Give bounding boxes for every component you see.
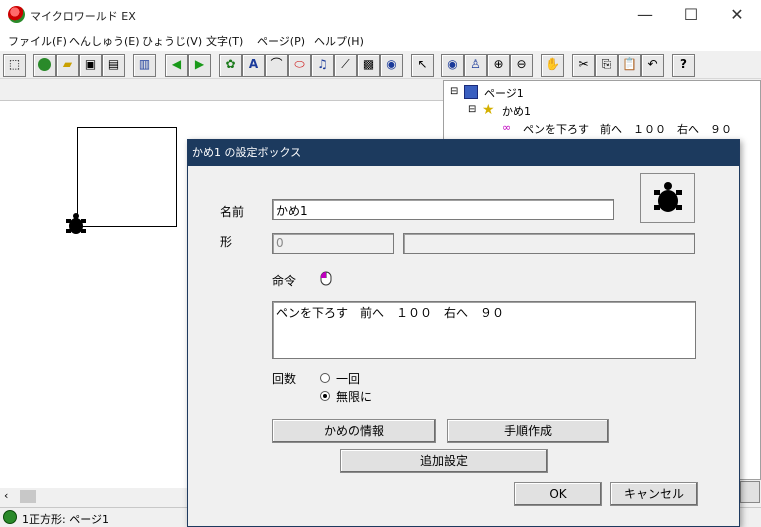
globe-icon[interactable]	[33, 54, 56, 77]
tree-turtle[interactable]: かめ1	[502, 103, 531, 119]
magic-wand-icon[interactable]: ⟋	[334, 54, 357, 77]
scroll-thumb[interactable]	[20, 490, 36, 503]
scroll-left-icon[interactable]: ‹	[4, 489, 8, 502]
menu-view[interactable]: ひょうじ(V)	[142, 33, 202, 49]
extra-settings-button[interactable]: 追加設定	[340, 449, 548, 473]
paste-icon[interactable]: 📋	[618, 54, 641, 77]
dialog-title: かめ1 の設定ボックス	[188, 140, 739, 166]
page-icon	[464, 85, 478, 99]
collapse-icon[interactable]: ⊟	[468, 104, 476, 115]
save-icon[interactable]: ▣	[79, 54, 102, 77]
pointer-icon[interactable]: ↖	[411, 54, 434, 77]
command-field[interactable]: ペンを下ろす 前へ １００ 右へ ９０	[272, 301, 696, 359]
text-box-icon[interactable]: A	[242, 54, 265, 77]
menu-bar: ファイル(F) へんしゅう(E) ひょうじ(V) 文字(T) ページ(P) ヘル…	[0, 30, 761, 51]
app-icon	[8, 6, 25, 23]
drawn-square	[77, 127, 177, 227]
turtle-preview[interactable]	[640, 173, 695, 223]
forward-arrow-icon[interactable]: ▶	[188, 54, 211, 77]
zoom-in-icon[interactable]: ⊕	[487, 54, 510, 77]
collapse-icon[interactable]: ⊟	[450, 86, 458, 97]
forever-label[interactable]: 無限に	[336, 388, 372, 405]
cut-icon[interactable]: ✂	[572, 54, 595, 77]
once-radio[interactable]	[320, 373, 330, 383]
turtle-hatch-icon[interactable]: ✿	[219, 54, 242, 77]
turtle-node-icon: ★	[482, 102, 495, 118]
menu-file[interactable]: ファイル(F)	[8, 33, 67, 49]
layout-icon[interactable]: ▥	[133, 54, 156, 77]
tree-command[interactable]: ペンを下ろす 前へ １００ 右へ ９０	[523, 121, 732, 137]
turtle-info-button[interactable]: かめの情報	[272, 419, 436, 443]
turtle-icon	[654, 182, 682, 212]
stamp-icon[interactable]: ♙	[464, 54, 487, 77]
print-icon[interactable]: ▤	[102, 54, 125, 77]
copy-icon[interactable]: ⎘	[595, 54, 618, 77]
name-label: 名前	[220, 205, 245, 219]
name-field[interactable]: かめ1	[272, 199, 614, 220]
help-icon[interactable]: ?	[672, 54, 695, 77]
title-bar: マイクロワールド EX — ☐ ✕	[0, 0, 761, 30]
open-folder-icon[interactable]: ▰	[56, 54, 79, 77]
turtle-icon[interactable]	[64, 212, 88, 238]
paint-icon[interactable]: ⌒	[265, 54, 288, 77]
menu-edit[interactable]: へんしゅう(E)	[69, 33, 140, 49]
shape-extra-field	[403, 233, 695, 254]
eye-icon[interactable]: ◉	[441, 54, 464, 77]
shape-field: 0	[272, 233, 394, 254]
once-label[interactable]: 一回	[336, 370, 360, 387]
procedure-button[interactable]: 手順作成	[447, 419, 609, 443]
minimize-button[interactable]: —	[622, 0, 668, 30]
undo-icon[interactable]: ↶	[641, 54, 664, 77]
menu-page[interactable]: ページ(P)	[257, 33, 305, 49]
cancel-button[interactable]: キャンセル	[610, 482, 698, 506]
count-label: 回数	[272, 372, 297, 386]
toolbar: ⬚ ▰ ▣ ▤ ▥ ◀ ▶ ✿ A ⌒ ⬭ ♫ ⟋ ▩ ◉ ↖ ◉ ♙ ⊕ ⊖ …	[0, 51, 761, 79]
command-node-icon: ∞	[502, 121, 512, 134]
background-button	[740, 481, 760, 503]
shape-icon[interactable]: ⬭	[288, 54, 311, 77]
shape-label: 形	[220, 235, 233, 249]
zoom-out-icon[interactable]: ⊖	[510, 54, 533, 77]
music-icon[interactable]: ♫	[311, 54, 334, 77]
status-text: 1正方形: ページ1	[22, 513, 109, 526]
mouse-icon	[320, 271, 332, 286]
back-arrow-icon[interactable]: ◀	[165, 54, 188, 77]
settings-dialog: かめ1 の設定ボックス 名前 かめ1 形 0 命令 ペンを下ろす 前へ １００ …	[187, 139, 740, 527]
movie-icon[interactable]: ▩	[357, 54, 380, 77]
window-title: マイクロワールド EX	[30, 10, 136, 23]
select-box-icon[interactable]: ⬚	[3, 54, 26, 77]
maximize-button[interactable]: ☐	[668, 0, 714, 30]
close-button[interactable]: ✕	[714, 0, 760, 30]
menu-help[interactable]: ヘルプ(H)	[314, 33, 364, 49]
camera-icon[interactable]: ◉	[380, 54, 403, 77]
tree-page[interactable]: ページ1	[484, 85, 524, 101]
forever-radio[interactable]	[320, 391, 330, 401]
globe-status-icon	[3, 510, 17, 524]
ok-button[interactable]: OK	[514, 482, 602, 506]
command-label: 命令	[272, 274, 297, 288]
menu-text[interactable]: 文字(T)	[206, 33, 243, 49]
stop-icon[interactable]: ✋	[541, 54, 564, 77]
